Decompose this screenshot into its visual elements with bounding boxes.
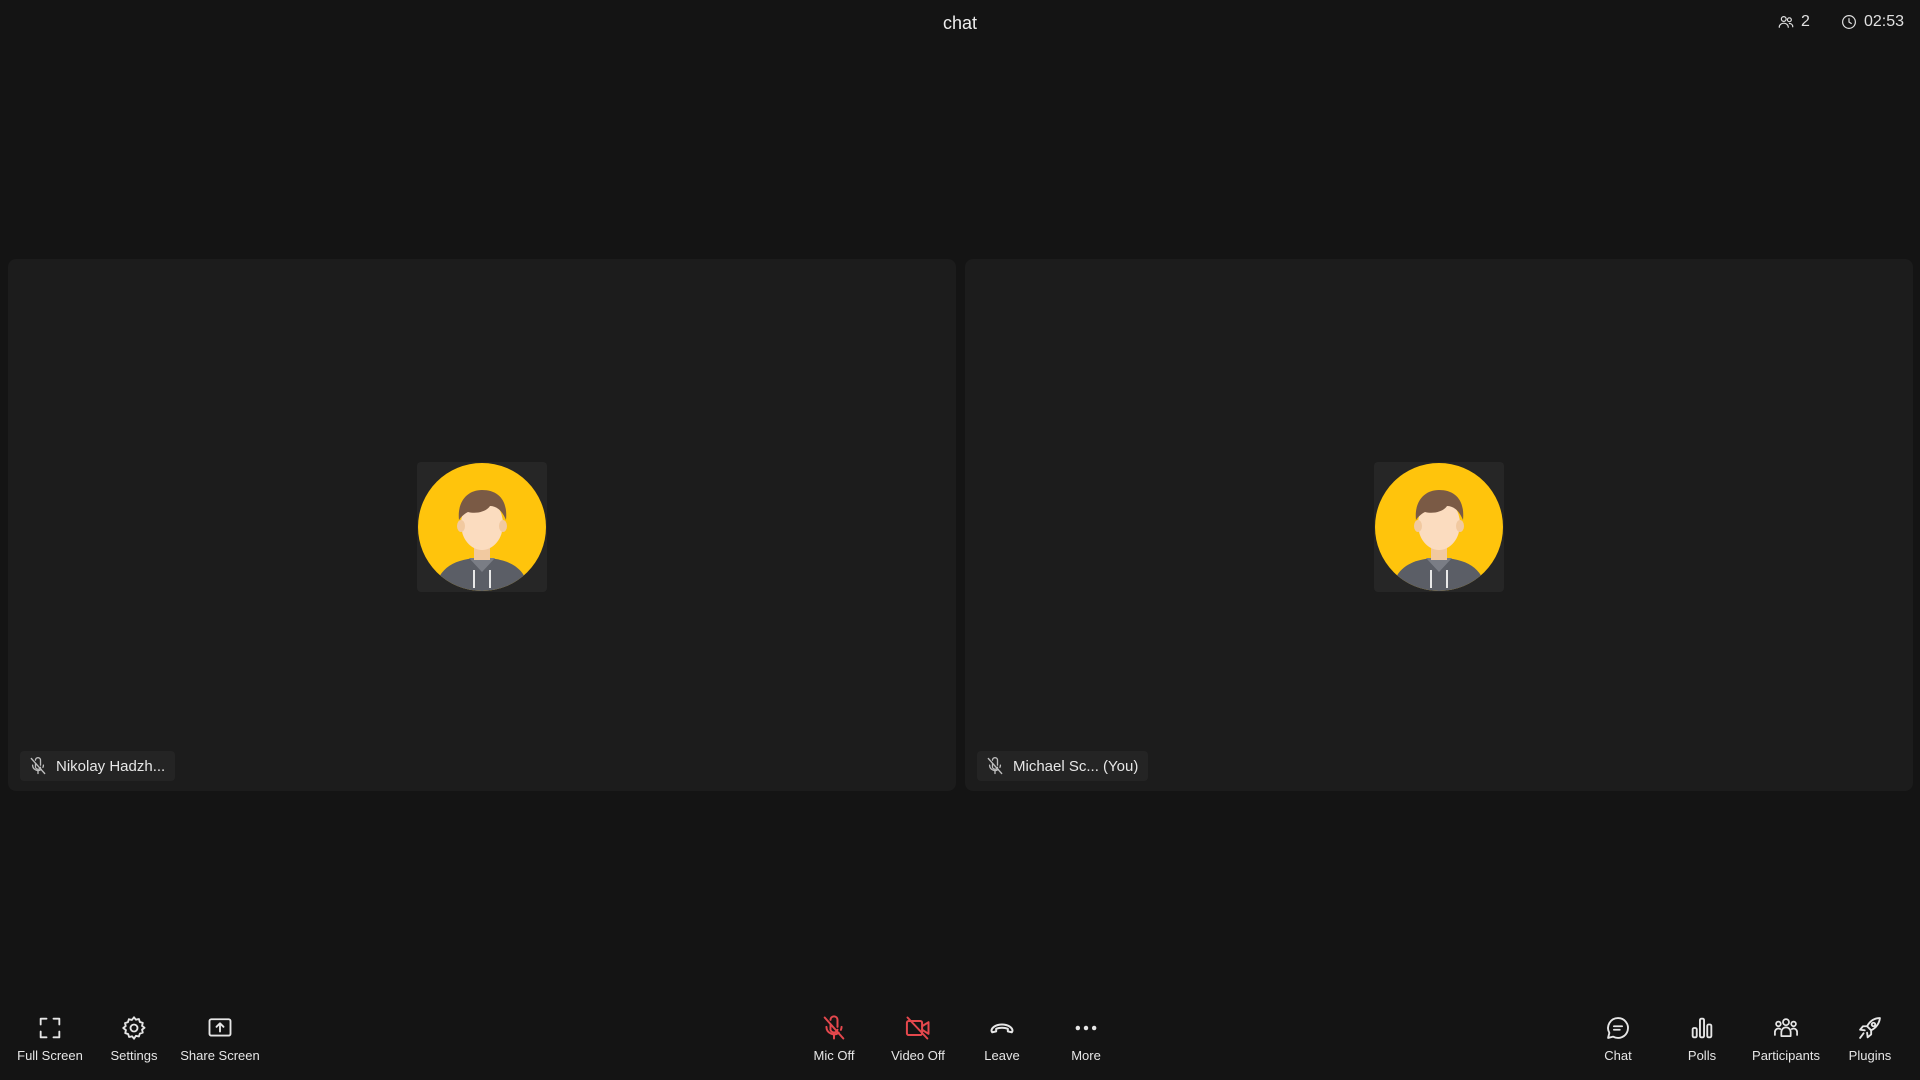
gear-icon	[120, 1014, 148, 1042]
mic-off-button[interactable]: Mic Off	[792, 1014, 876, 1070]
video-off-label: Video Off	[891, 1048, 945, 1063]
rocket-icon	[1856, 1014, 1884, 1042]
chat-label: Chat	[1604, 1048, 1632, 1063]
mic-off-label: Mic Off	[813, 1048, 855, 1063]
full-screen-label: Full Screen	[17, 1048, 83, 1063]
participants-icon	[1772, 1014, 1800, 1042]
participant-name: Michael Sc... (You)	[1013, 757, 1139, 775]
meeting-title: chat	[942, 13, 978, 33]
settings-label: Settings	[110, 1048, 158, 1063]
video-off-button[interactable]: Video Off	[876, 1014, 960, 1070]
meeting-window: chat 2 02:53 Nikolay Hadzh... Michael Sc…	[0, 0, 1920, 1080]
meeting-timer: 02:53	[1840, 13, 1904, 31]
mic-off-icon	[820, 1014, 848, 1042]
plugins-button[interactable]: Plugins	[1828, 1014, 1912, 1070]
share-screen-button[interactable]: Share Screen	[178, 1014, 262, 1070]
participant-tile-self[interactable]: Michael Sc... (You)	[965, 259, 1913, 791]
leave-button[interactable]: Leave	[960, 1014, 1044, 1070]
participant-tile[interactable]: Nikolay Hadzh...	[8, 259, 956, 791]
participants-label: Participants	[1752, 1048, 1820, 1063]
participant-count[interactable]: 2	[1777, 13, 1810, 31]
meeting-timer-value: 02:53	[1863, 13, 1904, 30]
clock-icon	[1840, 13, 1858, 31]
plugins-label: Plugins	[1848, 1048, 1892, 1063]
full-screen-button[interactable]: Full Screen	[8, 1014, 92, 1070]
mic-muted-icon	[985, 756, 1005, 776]
people-icon	[1777, 13, 1795, 31]
fullscreen-icon	[36, 1014, 64, 1042]
leave-label: Leave	[984, 1048, 1020, 1063]
meeting-stats: 2 02:53	[1777, 13, 1904, 31]
ellipsis-icon	[1072, 1014, 1100, 1042]
participants-button[interactable]: Participants	[1744, 1014, 1828, 1070]
settings-button[interactable]: Settings	[92, 1014, 176, 1070]
avatar	[1374, 462, 1504, 592]
video-off-icon	[904, 1014, 932, 1042]
share-screen-label: Share Screen	[180, 1048, 260, 1063]
participant-name-tag: Michael Sc... (You)	[977, 751, 1149, 781]
participant-name-tag: Nikolay Hadzh...	[20, 751, 176, 781]
share-screen-icon	[206, 1014, 234, 1042]
bar-chart-icon	[1688, 1014, 1716, 1042]
chat-bubble-icon	[1604, 1014, 1632, 1042]
more-label: More	[1071, 1048, 1101, 1063]
bottom-toolbar: Full Screen Settings Share Screen Mic Of…	[0, 1004, 1920, 1080]
mic-muted-icon	[28, 756, 48, 776]
participant-name: Nikolay Hadzh...	[56, 757, 166, 775]
chat-button[interactable]: Chat	[1576, 1014, 1660, 1070]
polls-button[interactable]: Polls	[1660, 1014, 1744, 1070]
top-bar: chat 2 02:53	[0, 0, 1920, 48]
phone-hangup-icon	[988, 1014, 1016, 1042]
more-button[interactable]: More	[1044, 1014, 1128, 1070]
avatar	[417, 462, 547, 592]
participant-count-value: 2	[1801, 13, 1810, 30]
polls-label: Polls	[1687, 1048, 1717, 1063]
